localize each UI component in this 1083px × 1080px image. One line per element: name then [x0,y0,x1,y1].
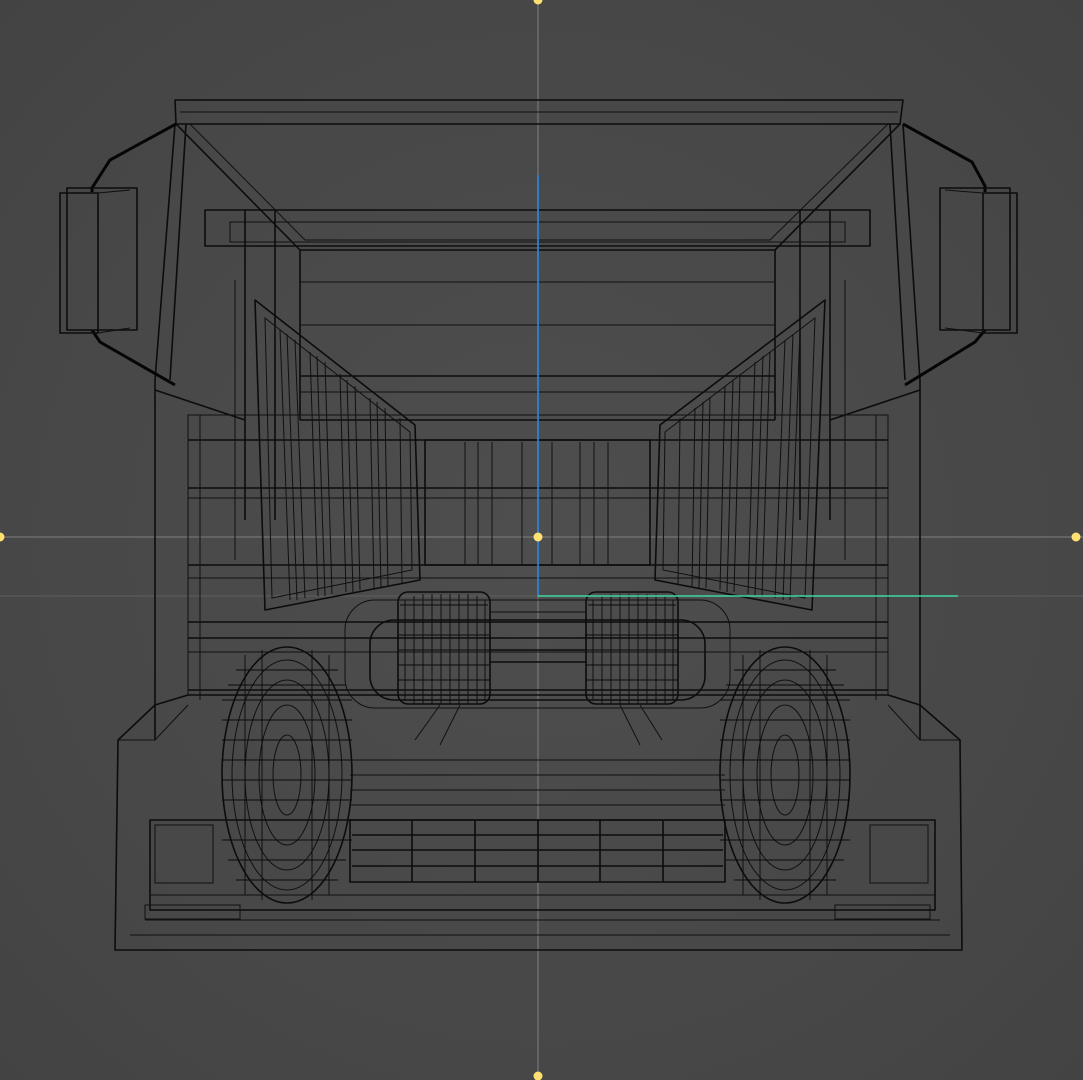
front-left-wheel[interactable] [221,646,353,904]
right-mirror[interactable] [902,122,1018,387]
move-handles[interactable] [0,0,1081,1080]
left-mirror[interactable] [59,122,177,387]
left-slat-panel[interactable] [254,299,421,611]
move-handle-icon[interactable] [1071,532,1081,542]
inner-right-wheel[interactable] [585,591,679,705]
move-handle-icon[interactable] [0,532,5,542]
3d-viewport[interactable] [0,0,1083,1080]
axis-gizmo-icon[interactable] [537,175,958,597]
viewport-canvas[interactable] [0,0,1083,1080]
move-handle-icon[interactable] [533,532,543,542]
move-handle-icon[interactable] [533,1071,543,1080]
move-handle-icon[interactable] [533,0,543,5]
front-right-wheel[interactable] [719,646,851,904]
inner-left-wheel[interactable] [397,591,491,705]
